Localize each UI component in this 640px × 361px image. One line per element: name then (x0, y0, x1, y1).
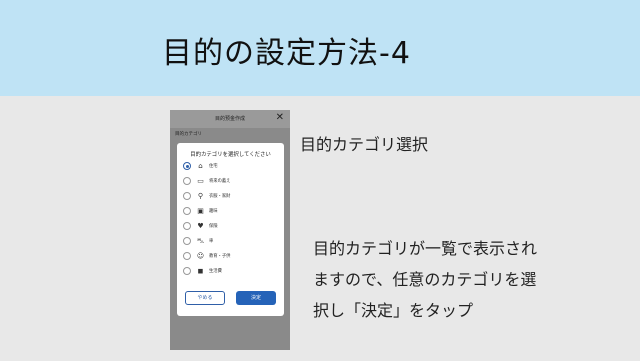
radio-button[interactable] (183, 237, 191, 245)
step-description: 目的カテゴリが一覧で表示され ますので、任意のカテゴリを選 択し「決定」をタップ (313, 233, 613, 326)
description-line: ますので、任意のカテゴリを選 (313, 270, 537, 289)
category-option[interactable]: ♥ 保険 (183, 221, 273, 231)
radio-button[interactable] (183, 207, 191, 215)
header-band: 目的の設定方法-4 (0, 0, 640, 96)
image-icon: ▣ (197, 207, 204, 215)
description-line: 択し「決定」をタップ (313, 301, 474, 320)
radio-button[interactable] (183, 192, 191, 200)
option-label: 教育・子供 (209, 254, 231, 259)
category-option[interactable]: ◼ 生活費 (183, 266, 273, 276)
car-icon: ⛍ (196, 237, 205, 245)
phone-nav-title: 目的预金作成 (214, 116, 245, 122)
option-label: 保険 (209, 224, 218, 229)
radio-button[interactable] (183, 162, 191, 170)
option-label: 趣味 (209, 209, 218, 214)
modal-title: 目的カテゴリを選択してください (190, 152, 271, 158)
sofa-icon: ▭ (197, 177, 204, 185)
house-icon: ⌂ (198, 162, 203, 170)
radio-button[interactable] (183, 252, 191, 260)
option-label: 住宅 (209, 164, 218, 169)
category-option[interactable]: ▣ 趣味 (183, 206, 273, 216)
option-label: 衣服・家財 (209, 194, 231, 199)
category-option[interactable]: ⛍ 車 (183, 236, 273, 246)
option-label: 車 (209, 239, 214, 244)
cart-icon: ⚲ (197, 192, 204, 200)
step-heading: 目的カテゴリ選択 (300, 135, 429, 154)
cancel-button[interactable]: やめる (185, 291, 225, 305)
category-modal: 目的カテゴリを選択してください ⌂ 住宅 ▭ 将来の蓄え ⚲ 衣服・家財 ▣ 趣… (177, 143, 284, 316)
bag-icon: ◼ (197, 267, 204, 275)
radio-button[interactable] (183, 177, 191, 185)
confirm-button[interactable]: 決定 (236, 291, 276, 305)
category-option[interactable]: ☺ 教育・子供 (183, 251, 273, 261)
family-icon: ☺ (196, 252, 205, 260)
phone-screenshot: 目的预金作成 ✕ 目的カテゴリ 目的カテゴリを選択してください ⌂ 住宅 ▭ 将… (170, 110, 290, 350)
page-title: 目的の設定方法-4 (162, 36, 411, 71)
option-label: 生活費 (209, 269, 222, 274)
category-option[interactable]: ▭ 将来の蓄え (183, 176, 273, 186)
heart-icon: ♥ (197, 222, 204, 230)
phone-nav-bar: 目的预金作成 ✕ (170, 110, 290, 128)
category-field-label: 目的カテゴリ (175, 132, 202, 137)
category-option[interactable]: ⌂ 住宅 (183, 161, 273, 171)
option-label: 将来の蓄え (209, 179, 231, 184)
close-icon[interactable]: ✕ (276, 112, 284, 123)
description-line: 目的カテゴリが一覧で表示され (313, 239, 538, 258)
category-option[interactable]: ⚲ 衣服・家財 (183, 191, 273, 201)
radio-button[interactable] (183, 267, 191, 275)
radio-button[interactable] (183, 222, 191, 230)
